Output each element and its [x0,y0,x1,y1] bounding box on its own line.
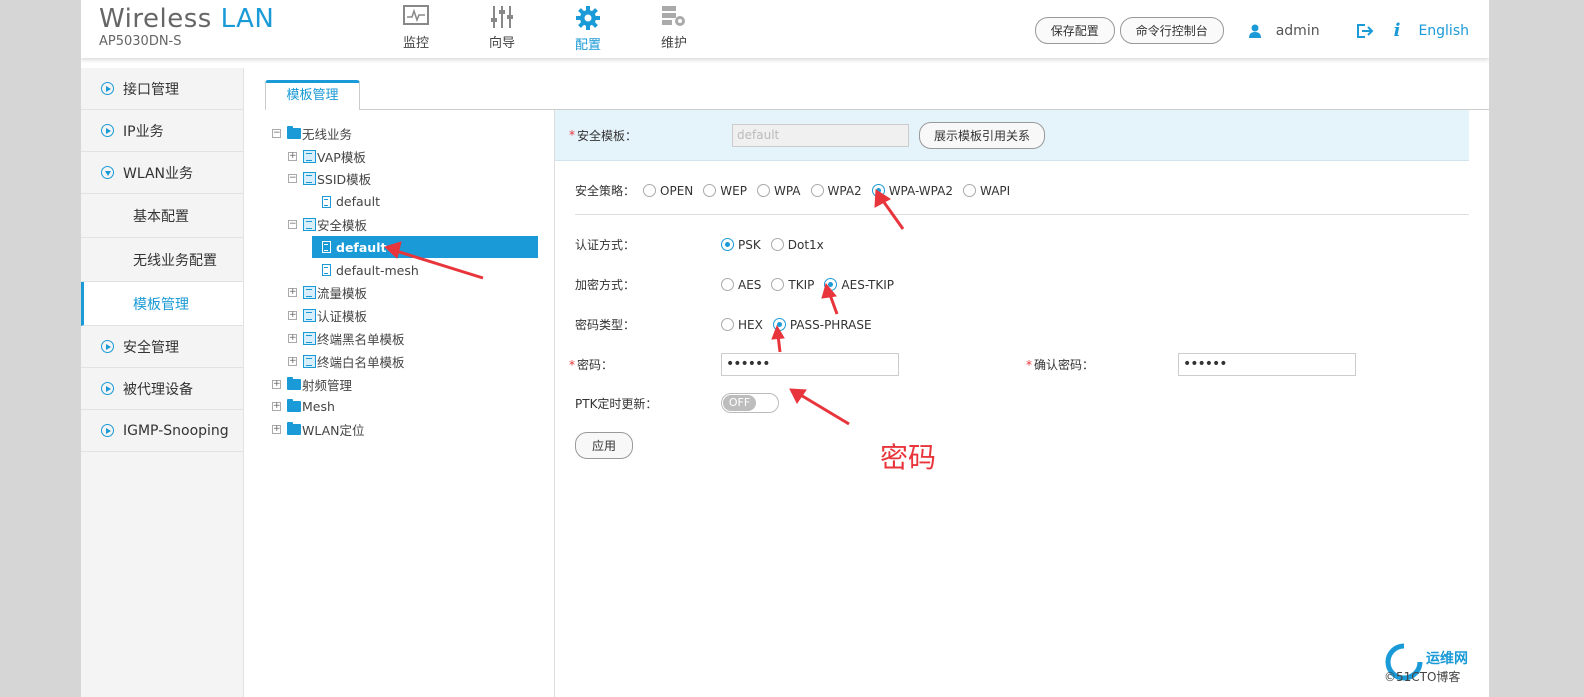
arrow-to-default [392,248,484,280]
header-actions: 保存配置 命令行控制台 admin i English [1030,17,1469,44]
arrow-head [384,241,402,259]
watermark-en: ©51CTO博客 [1384,670,1461,684]
arrow-to-wpa-wpa2 [879,197,905,230]
annotation-label: 密码 [880,441,937,474]
main-nav: 监控 向导 配置 维护 [373,0,717,58]
brand: Wireless LAN AP5030DN-S [99,4,274,49]
watermark: 运维网 ©51CTO博客 [1384,640,1484,697]
nav-wizard[interactable]: 向导 [459,0,545,58]
brand-title: Wireless LAN [99,4,274,34]
wizard-sliders-icon [491,6,513,28]
app-frame: Wireless LAN AP5030DN-S 监控 向导 配置 维护 保存配置… [81,0,1489,697]
nav-maintenance-label: 维护 [660,36,687,51]
language-link[interactable]: English [1418,23,1469,39]
brand-main: Wireless [99,4,212,34]
maintenance-icon [662,6,685,26]
cli-console-button[interactable]: 命令行控制台 [1119,17,1224,44]
tab-template-management[interactable]: 模板管理 [265,80,360,110]
nav-monitor[interactable]: 监控 [373,0,459,58]
username: admin [1275,22,1320,39]
gear-icon [576,6,600,30]
nav-wizard-label: 向导 [488,36,515,51]
arrow-head [771,324,785,340]
watermark-cn: 运维网 [1426,651,1468,667]
nav-monitor-label: 监控 [402,36,429,51]
device-model: AP5030DN-S [99,34,182,49]
top-header: Wireless LAN AP5030DN-S 监控 向导 配置 维护 保存配置… [81,0,1489,58]
arrow-to-password [798,392,850,426]
brand-accent: LAN [220,4,275,34]
arrow-head [821,282,837,299]
arrow-head [874,189,891,208]
logout-icon[interactable] [1356,23,1374,39]
user-icon [1248,24,1261,38]
nav-config-label: 配置 [574,38,601,53]
nav-maintenance[interactable]: 维护 [631,0,717,58]
monitor-icon [403,5,429,25]
nav-config[interactable]: 配置 [545,0,631,58]
save-config-button[interactable]: 保存配置 [1034,17,1115,44]
info-icon[interactable]: i [1394,20,1401,41]
